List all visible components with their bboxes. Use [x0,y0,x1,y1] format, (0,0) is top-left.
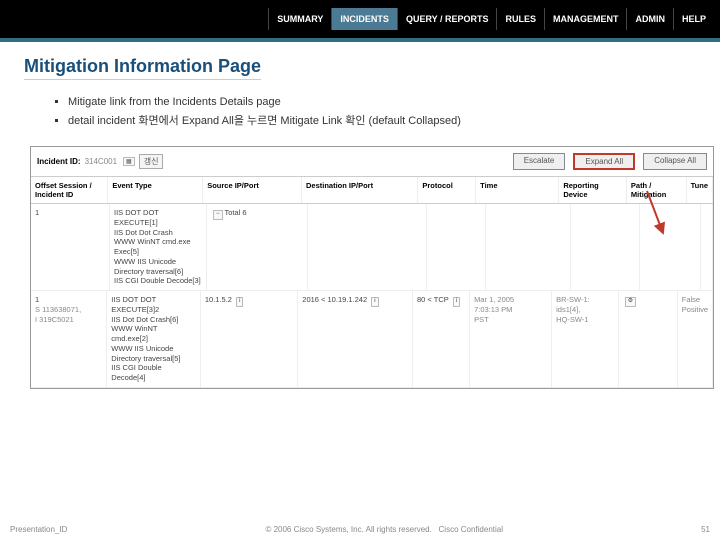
incident-id-label: Incident ID: [37,157,81,166]
cell-proto: 80 < TCP i [413,291,470,387]
cell-id: 1S 113638071, I 319C5021 [31,291,107,387]
tab-incidents[interactable]: INCIDENTS [331,8,397,30]
tab-help[interactable]: HELP [673,8,714,30]
cell-tune: False Positive [678,291,713,387]
table-header: Offset Session / Incident ID Event Type … [31,177,713,204]
cell-event: IIS DOT DOT EXECUTE[1] IIS Dot Dot Crash… [110,204,207,290]
expand-all-button[interactable]: Expand All [573,153,635,170]
info-icon[interactable]: i [453,297,460,307]
tab-summary[interactable]: SUMMARY [268,8,331,30]
cell-time [486,204,571,290]
bullet-2: detail incident 화면에서 Expand All을 누르면 Mit… [68,112,720,128]
screenshot-panel: Incident ID: 314C001 ▦ 갱신 Escalate Expan… [30,146,714,389]
incident-id-value: 314C001 [85,157,117,166]
slide-footer: Presentation_ID © 2006 Cisco Systems, In… [10,525,710,534]
collapse-all-button[interactable]: Collapse All [643,153,707,170]
footer-copyright: © 2006 Cisco Systems, Inc. All rights re… [265,525,503,534]
cell-id: 1 [31,204,110,290]
cell-time: Mar 1, 2005 7:03:13 PM PST [470,291,552,387]
incident-id-row: Incident ID: 314C001 ▦ 갱신 [37,154,163,169]
cell-event: IIS DOT DOT EXECUTE[3]2 IIS Dot Dot Cras… [107,291,201,387]
callout-arrow [643,189,669,237]
info-icon[interactable]: i [371,297,378,307]
tab-management[interactable]: MANAGEMENT [544,8,627,30]
top-nav: SUMMARY INCIDENTS QUERY / REPORTS RULES … [0,0,720,38]
mitigation-icon[interactable]: ⚙ [625,297,636,307]
cell-src: 10.1.5.2 i [201,291,298,387]
cell-device: BR-SW-1: ids1[4], HQ-SW-1 [552,291,619,387]
info-icon[interactable]: i [236,297,243,307]
col-proto: Protocol [418,177,476,203]
escalate-button[interactable]: Escalate [513,153,566,170]
footer-id: Presentation_ID [10,525,67,534]
col-tune: Tune [687,177,713,203]
col-device: Reporting Device [559,177,627,203]
collapse-icon[interactable]: − [213,210,223,220]
nav-tabs: SUMMARY INCIDENTS QUERY / REPORTS RULES … [268,8,714,30]
action-buttons: Escalate Expand All Collapse All [513,153,707,170]
screenshot-header: Incident ID: 314C001 ▦ 갱신 Escalate Expan… [31,147,713,177]
page-title: Mitigation Information Page [24,56,261,80]
cell-tune [701,204,713,290]
accent-bar [0,38,720,42]
page-number: 51 [701,525,710,534]
cell-dst: 2016 < 10.19.1.242 i [298,291,413,387]
col-src: Source IP/Port [203,177,302,203]
bullet-1: Mitigate link from the Incidents Details… [68,96,720,108]
cell-mitigation: ⚙ [619,291,678,387]
tab-admin[interactable]: ADMIN [626,8,673,30]
cell-proto [427,204,486,290]
tab-query[interactable]: QUERY / REPORTS [397,8,497,30]
col-dst: Destination IP/Port [302,177,418,203]
col-offset: Offset Session / Incident ID [31,177,108,203]
col-time: Time [476,177,559,203]
cell-dst [308,204,427,290]
table-row: 1S 113638071, I 319C5021 IIS DOT DOT EXE… [31,291,713,388]
refresh-button[interactable]: 갱신 [139,154,164,169]
col-event: Event Type [108,177,203,203]
cell-src: − Total 6 [207,204,308,290]
bullet-list: Mitigate link from the Incidents Details… [28,96,720,128]
tab-rules[interactable]: RULES [496,8,544,30]
cell-device [571,204,640,290]
link-icon[interactable]: ▦ [123,157,135,166]
table-row: 1 IIS DOT DOT EXECUTE[1] IIS Dot Dot Cra… [31,204,713,291]
